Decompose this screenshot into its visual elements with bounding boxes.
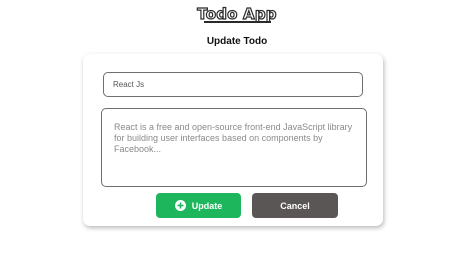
update-button[interactable]: Update [156, 193, 241, 218]
app-title-underline [204, 21, 271, 23]
cancel-button-label: Cancel [280, 200, 310, 211]
update-todo-card: React is a free and open-source front-en… [83, 54, 383, 226]
page-title: Update Todo [206, 36, 268, 47]
update-button-label: Update [191, 200, 223, 211]
todo-title-input[interactable] [103, 72, 363, 97]
todo-description-textarea[interactable]: React is a free and open-source front-en… [101, 108, 367, 187]
cancel-button[interactable]: Cancel [252, 193, 338, 218]
plus-circle-icon [174, 200, 186, 211]
